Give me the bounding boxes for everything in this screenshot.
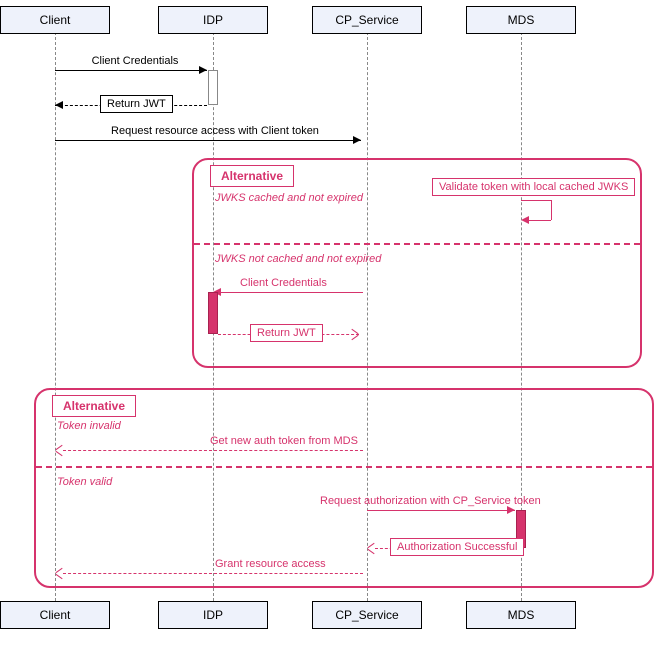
participant-client-top: Client: [0, 6, 110, 34]
participant-label: Client: [40, 13, 71, 27]
arrow-client-creds-2: [218, 292, 363, 293]
alt-title-1: Alternative: [210, 165, 294, 187]
selfcall-side: [551, 200, 552, 220]
arrowhead: [353, 136, 361, 144]
label-auth-success: Authorization Successful: [390, 538, 524, 556]
label-get-new-token: Get new auth token from MDS: [210, 435, 358, 447]
label-grant-access: Grant resource access: [215, 558, 326, 570]
label-req-access: Request resource access with Client toke…: [100, 125, 330, 137]
activation-idp-1: [208, 70, 218, 105]
alt-title-2: Alternative: [52, 395, 136, 417]
participant-cp-top: CP_Service: [312, 6, 422, 34]
participant-label: MDS: [508, 13, 535, 27]
participant-label: IDP: [203, 13, 223, 27]
participant-idp-top: IDP: [158, 6, 268, 34]
alt-guard-1b: JWKS not cached and not expired: [215, 253, 381, 265]
arrowhead: [507, 506, 515, 514]
alt-guard-2a: Token invalid: [57, 420, 121, 432]
participant-label: Client: [40, 608, 71, 622]
alt-box-2: [34, 388, 654, 588]
participant-label: IDP: [203, 608, 223, 622]
participant-mds-top: MDS: [466, 6, 576, 34]
label-validate-cached: Validate token with local cached JWKS: [432, 178, 635, 196]
label-client-creds-1: Client Credentials: [80, 55, 190, 67]
alt-guard-1a: JWKS cached and not expired: [215, 192, 363, 204]
arrow-req-access: [55, 140, 361, 141]
arrowhead: [199, 66, 207, 74]
arrowhead: [55, 101, 63, 109]
participant-label: MDS: [508, 608, 535, 622]
arrow-grant-access: [63, 573, 363, 574]
selfcall-top: [521, 200, 551, 201]
selfcall-bottom: [529, 220, 551, 221]
label-req-auth: Request authorization with CP_Service to…: [320, 495, 541, 507]
participant-mds-bottom: MDS: [466, 601, 576, 629]
arrow-req-auth: [367, 510, 515, 511]
label-return-jwt-1: Return JWT: [100, 95, 173, 113]
alt-divider-2: [36, 466, 652, 468]
participant-client-bottom: Client: [0, 601, 110, 629]
arrowhead: [521, 216, 529, 224]
arrow-get-new-token: [63, 450, 363, 451]
alt-divider-1: [194, 243, 640, 245]
alt-guard-2b: Token valid: [57, 476, 112, 488]
activation-idp-2: [208, 292, 218, 334]
label-return-jwt-2: Return JWT: [250, 324, 323, 342]
participant-label: CP_Service: [335, 608, 398, 622]
arrow-client-creds-1: [55, 70, 207, 71]
participant-label: CP_Service: [335, 13, 398, 27]
participant-cp-bottom: CP_Service: [312, 601, 422, 629]
label-client-creds-2: Client Credentials: [240, 277, 327, 289]
participant-idp-bottom: IDP: [158, 601, 268, 629]
